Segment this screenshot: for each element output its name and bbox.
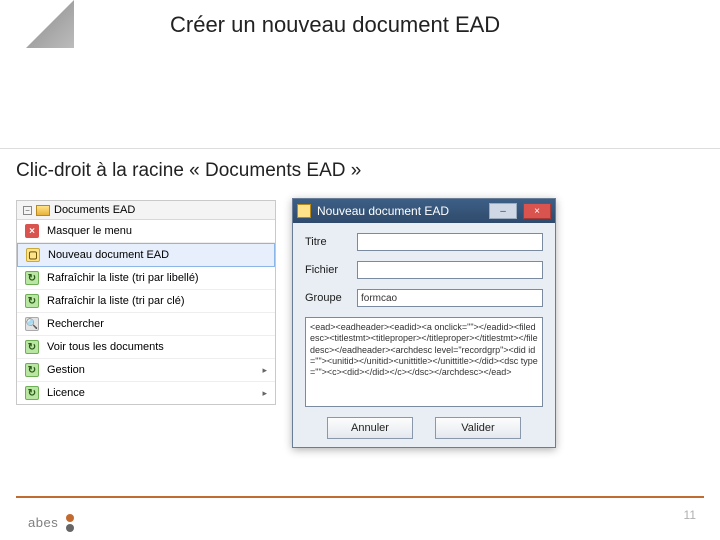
refresh-icon: ↻	[25, 294, 39, 308]
label-groupe: Groupe	[305, 292, 357, 304]
groupe-field[interactable]	[357, 289, 543, 307]
close-icon: ×	[25, 224, 39, 238]
window-icon	[297, 204, 311, 218]
label-titre: Titre	[305, 236, 357, 248]
context-menu-label: Rafraîchir la liste (tri par libellé)	[47, 272, 199, 284]
chevron-right-icon: ▸	[262, 388, 267, 399]
validate-button[interactable]: Valider	[435, 417, 521, 439]
dialog-title: Nouveau document EAD	[317, 204, 449, 218]
context-menu-item[interactable]: ↻ Rafraîchir la liste (tri par clé)	[17, 290, 275, 313]
context-menu-item[interactable]: ↻ Licence ▸	[17, 382, 275, 404]
context-menu-label: Rechercher	[47, 318, 104, 330]
close-button[interactable]: ×	[523, 203, 551, 219]
footer-brand-text: abes	[28, 515, 58, 530]
label-fichier: Fichier	[305, 264, 357, 276]
context-menu-item[interactable]: 🔍 Rechercher	[17, 313, 275, 336]
context-menu-label: Licence	[47, 387, 85, 399]
context-menu-item[interactable]: ↻ Gestion ▸	[17, 359, 275, 382]
instruction-text: Clic-droit à la racine « Documents EAD »	[16, 160, 361, 182]
chevron-right-icon: ▸	[262, 365, 267, 376]
context-menu-item[interactable]: ▢ Nouveau document EAD	[17, 243, 275, 267]
new-document-dialog: Nouveau document EAD – × Titre Fichier G…	[292, 198, 556, 448]
cancel-button[interactable]: Annuler	[327, 417, 413, 439]
divider	[0, 148, 720, 149]
collapse-icon[interactable]: −	[23, 206, 32, 215]
tree-root-row[interactable]: − Documents EAD	[17, 201, 275, 220]
fichier-field[interactable]	[357, 261, 543, 279]
dialog-titlebar[interactable]: Nouveau document EAD – ×	[293, 199, 555, 223]
context-menu-label: Nouveau document EAD	[48, 249, 169, 261]
dialog-body: Titre Fichier Groupe <ead><eadheader><ea…	[293, 223, 555, 447]
page-number: 11	[684, 508, 696, 522]
titre-field[interactable]	[357, 233, 543, 251]
context-menu: × Masquer le menu ▢ Nouveau document EAD ↻ Ra…	[17, 220, 275, 404]
manage-icon: ↻	[25, 363, 39, 377]
minimize-button[interactable]: –	[489, 203, 517, 219]
footer-divider	[16, 496, 704, 498]
folder-icon	[36, 205, 50, 216]
context-menu-label: Rafraîchir la liste (tri par clé)	[47, 295, 185, 307]
context-menu-item[interactable]: ↻ Rafraîchir la liste (tri par libellé)	[17, 267, 275, 290]
ead-template-preview[interactable]: <ead><eadheader><eadid><a onclick=""></e…	[305, 317, 543, 407]
refresh-icon: ↻	[25, 271, 39, 285]
footer-brand: abes	[28, 515, 74, 530]
search-icon: 🔍	[25, 317, 39, 331]
license-icon: ↻	[25, 386, 39, 400]
tree-root-label: Documents EAD	[54, 204, 135, 216]
context-menu-item[interactable]: × Masquer le menu	[17, 220, 275, 243]
context-menu-label: Masquer le menu	[47, 225, 132, 237]
brand-logo-top	[26, 0, 74, 48]
page-title: Créer un nouveau document EAD	[170, 12, 500, 38]
context-menu-item[interactable]: ↻ Voir tous les documents	[17, 336, 275, 359]
context-menu-label: Gestion	[47, 364, 85, 376]
tree-panel: − Documents EAD × Masquer le menu ▢ Nouveau…	[16, 200, 276, 405]
context-menu-label: Voir tous les documents	[47, 341, 164, 353]
new-doc-icon: ▢	[26, 248, 40, 262]
list-icon: ↻	[25, 340, 39, 354]
semicolon-icon	[66, 514, 74, 522]
